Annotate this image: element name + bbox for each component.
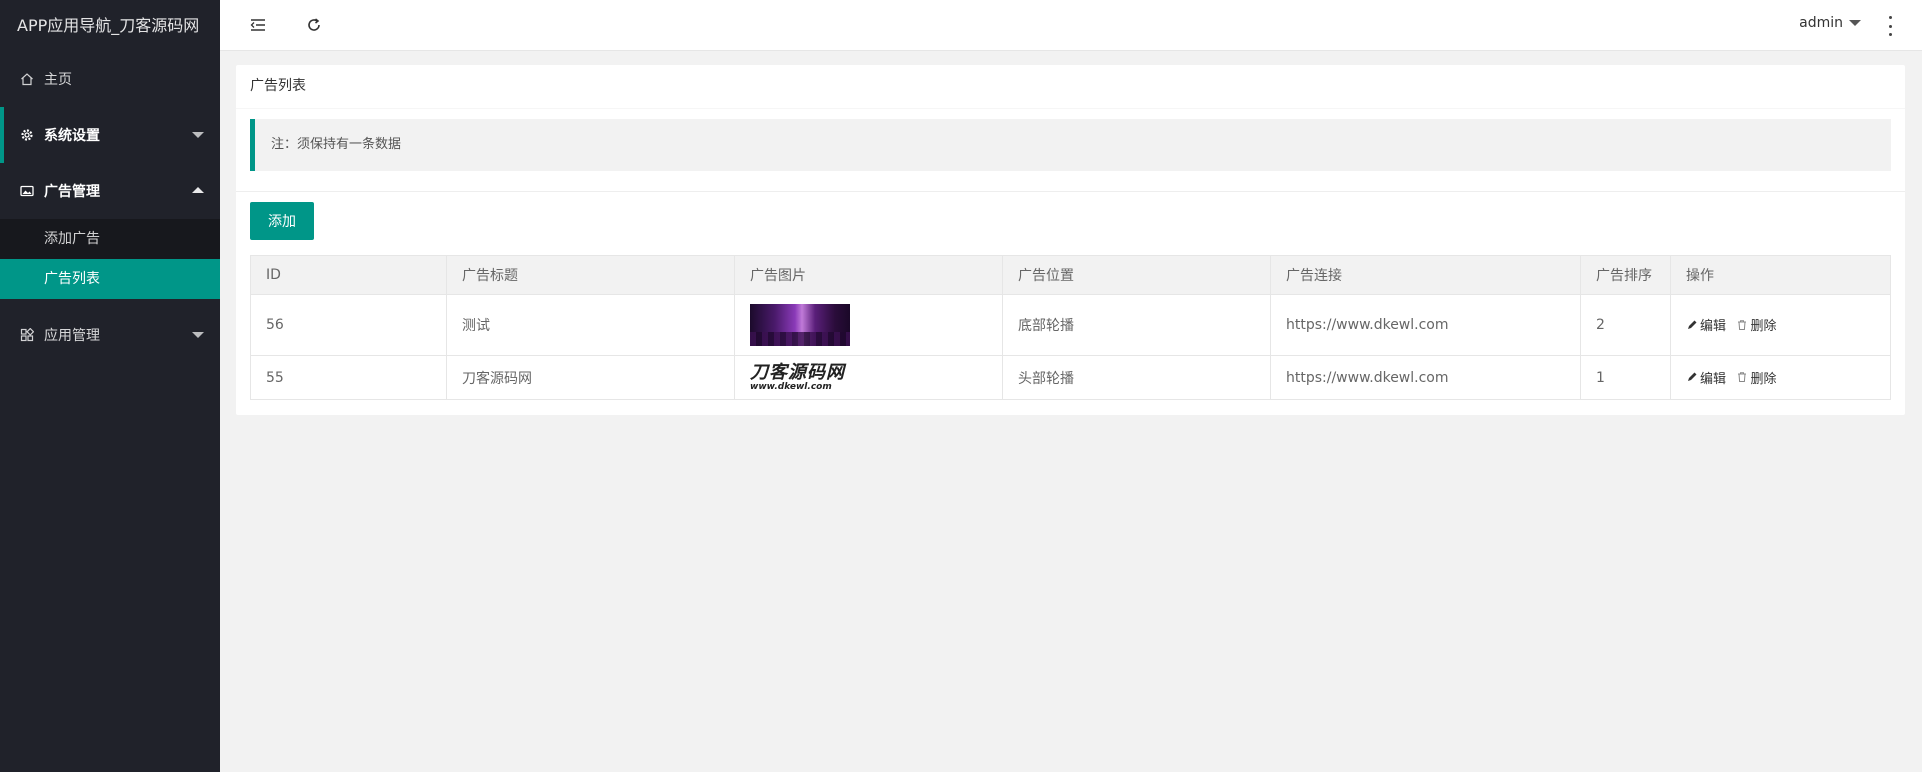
- cell-url: https://www.dkewl.com: [1270, 355, 1581, 400]
- edit-label: 编辑: [1700, 371, 1727, 387]
- app-title: APP应用导航_刀客源码网: [0, 0, 220, 51]
- sidebar: APP应用导航_刀客源码网 主页 系统设置 广告管理 添加广告 广告列表 应用管…: [0, 0, 220, 772]
- more-vertical-icon[interactable]: [1884, 16, 1896, 36]
- home-icon: [20, 72, 34, 86]
- delete-label: 删除: [1750, 371, 1777, 387]
- ad-thumbnail-logo: 刀客源码网 www.dkewl.com: [750, 363, 850, 393]
- refresh-icon[interactable]: [303, 14, 325, 36]
- card-title: 广告列表: [236, 65, 1905, 109]
- delete-button[interactable]: 删除: [1736, 315, 1776, 334]
- divider: [236, 191, 1905, 192]
- cell-id: 56: [250, 294, 447, 356]
- pencil-icon: [1688, 372, 1697, 382]
- chevron-up-icon: [192, 187, 204, 193]
- cell-order: 1: [1580, 355, 1671, 400]
- ad-table: ID 广告标题 广告图片 广告位置 广告连接 广告排序 操作 56 测试 底部轮…: [250, 255, 1891, 400]
- col-header: 广告排序: [1580, 255, 1671, 295]
- cell-id: 55: [250, 355, 447, 400]
- sidebar-item-home[interactable]: 主页: [0, 51, 220, 107]
- sidebar-item-ads[interactable]: 广告管理: [0, 163, 220, 219]
- edit-button[interactable]: 编辑: [1686, 368, 1726, 387]
- sidebar-item-label: 系统设置: [44, 128, 100, 144]
- sidebar-item-label: 主页: [44, 72, 72, 88]
- user-menu[interactable]: admin: [1799, 15, 1861, 31]
- username: admin: [1799, 15, 1843, 31]
- chevron-down-icon: [192, 332, 204, 338]
- sidebar-item-label: 应用管理: [44, 328, 100, 344]
- cell-image: 刀客源码网 www.dkewl.com: [734, 355, 1003, 400]
- logo-subtext: www.dkewl.com: [750, 381, 832, 392]
- gear-icon: [20, 128, 34, 142]
- col-header: 广告连接: [1270, 255, 1581, 295]
- image-icon: [20, 184, 34, 198]
- sidebar-item-system[interactable]: 系统设置: [0, 107, 220, 163]
- cell-actions: 编辑 删除: [1670, 355, 1891, 400]
- trash-icon: [1738, 372, 1747, 383]
- cell-title: 测试: [446, 294, 735, 356]
- collapse-menu-icon[interactable]: [247, 14, 269, 36]
- chevron-down-icon: [192, 132, 204, 138]
- col-header: 广告图片: [734, 255, 1003, 295]
- table-row: 56 测试 底部轮播 https://www.dkewl.com 2 编辑 删除: [250, 294, 1891, 356]
- sidebar-subitem-add-ad[interactable]: 添加广告: [0, 219, 220, 259]
- ads-submenu: 添加广告 广告列表: [0, 219, 220, 299]
- cell-order: 2: [1580, 294, 1671, 356]
- caret-down-icon: [1849, 20, 1861, 26]
- table-row: 55 刀客源码网 刀客源码网 www.dkewl.com 头部轮播 https:…: [250, 355, 1891, 400]
- apps-icon: [20, 328, 34, 342]
- col-header: ID: [250, 255, 447, 295]
- delete-button[interactable]: 删除: [1736, 368, 1776, 387]
- sidebar-item-label: 广告管理: [44, 184, 100, 200]
- ad-thumbnail: [750, 304, 850, 346]
- table-header-row: ID 广告标题 广告图片 广告位置 广告连接 广告排序 操作: [250, 255, 1891, 295]
- col-header: 广告位置: [1002, 255, 1271, 295]
- col-header: 操作: [1670, 255, 1891, 295]
- cell-actions: 编辑 删除: [1670, 294, 1891, 356]
- sidebar-item-apps[interactable]: 应用管理: [0, 307, 220, 363]
- delete-label: 删除: [1750, 319, 1777, 335]
- logo-text: 刀客源码网: [750, 361, 845, 383]
- col-header: 广告标题: [446, 255, 735, 295]
- cell-position: 头部轮播: [1002, 355, 1271, 400]
- add-button[interactable]: 添加: [250, 202, 314, 240]
- cell-title: 刀客源码网: [446, 355, 735, 400]
- cell-url: https://www.dkewl.com: [1270, 294, 1581, 356]
- cell-position: 底部轮播: [1002, 294, 1271, 356]
- edit-label: 编辑: [1700, 319, 1727, 335]
- cell-image: [734, 294, 1003, 356]
- top-header: admin: [220, 0, 1922, 51]
- trash-icon: [1738, 320, 1747, 330]
- ad-list-card: 广告列表 注：须保持有一条数据 添加 ID 广告标题 广告图片 广告位置 广告连…: [236, 65, 1905, 415]
- sidebar-subitem-ad-list[interactable]: 广告列表: [0, 259, 220, 299]
- pencil-icon: [1688, 320, 1697, 329]
- edit-button[interactable]: 编辑: [1686, 315, 1726, 334]
- notice-box: 注：须保持有一条数据: [250, 119, 1891, 171]
